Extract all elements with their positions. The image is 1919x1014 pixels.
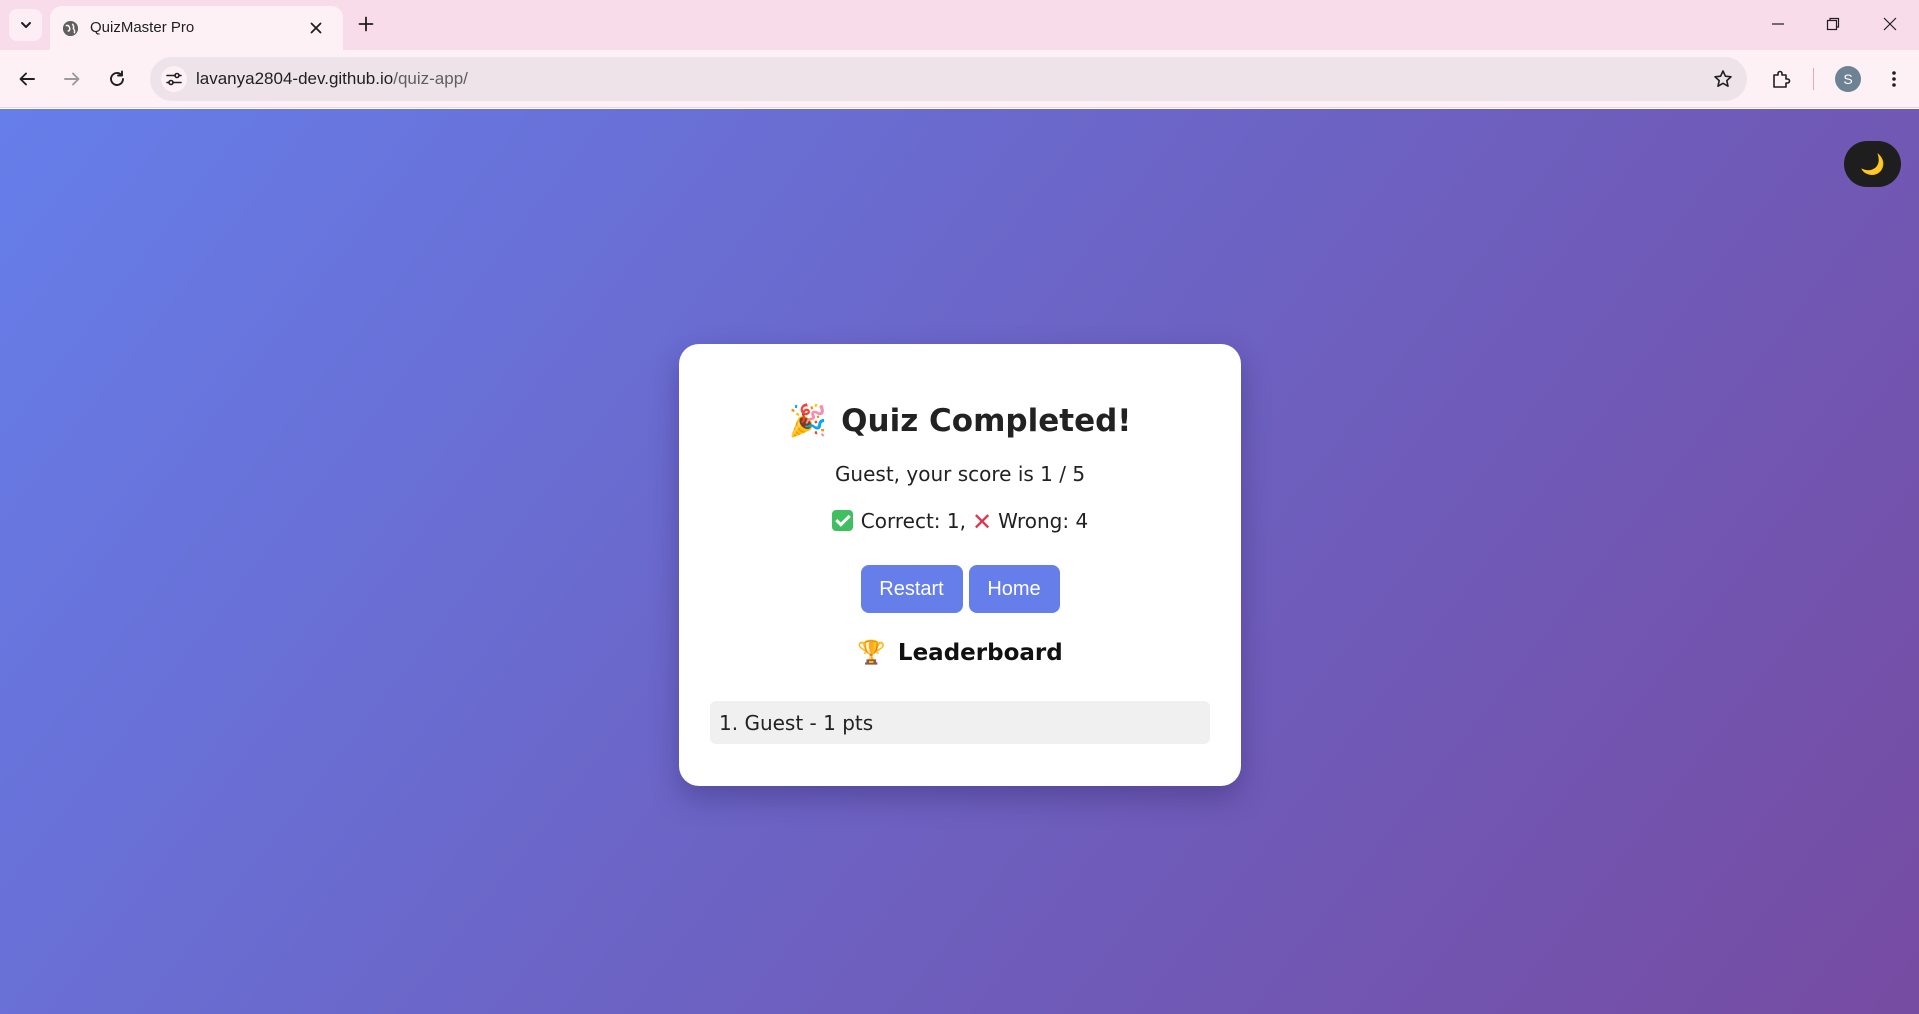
trophy-icon: 🏆 [857,640,886,666]
check-mark-icon [831,510,853,531]
url-domain: lavanya2804-dev.github.io [196,69,394,88]
wrong-count: Wrong: 4 [998,509,1089,533]
result-actions: Restart Home [679,565,1241,613]
restore-icon [1826,17,1840,31]
score-text: Guest, your score is 1 / 5 [834,462,1086,486]
tab-search-button[interactable] [9,9,42,41]
url-path: /quiz-app/ [393,69,468,88]
browser-menu-button[interactable] [1877,62,1911,96]
minimize-button[interactable] [1758,8,1798,40]
active-tab[interactable]: QuizMaster Pro [50,6,343,50]
extensions-button[interactable] [1764,62,1798,96]
url-text: lavanya2804-dev.github.io/quiz-app/ [196,69,468,89]
correct-count: Correct: 1, [860,509,966,533]
puzzle-icon [1773,70,1791,88]
result-title-text: Quiz Completed! [841,403,1132,439]
theme-toggle-button[interactable]: 🌙 [1844,141,1901,187]
toolbar-divider [1813,68,1814,90]
forward-button[interactable] [55,62,89,96]
restore-button[interactable] [1813,8,1853,40]
reload-button[interactable] [100,62,134,96]
page-viewport: 🌙 🎉 Quiz Completed! Guest, your score is … [0,109,1919,1014]
moon-icon: 🌙 [1860,153,1885,176]
tab-title: QuizMaster Pro [90,19,195,36]
restart-button[interactable]: Restart [860,565,963,613]
site-info-button[interactable] [161,66,187,92]
profile-avatar[interactable]: S [1835,66,1861,92]
tune-icon [166,72,182,86]
close-icon [1883,17,1897,31]
home-button[interactable]: Home [968,565,1060,613]
leaderboard-title-text: Leaderboard [897,640,1063,666]
browser-toolbar: lavanya2804-dev.github.io/quiz-app/ S [0,50,1919,108]
leaderboard-list: 1. Guest - 1 pts [710,701,1210,744]
answer-stats: Correct: 1, ✕ Wrong: 4 [679,508,1241,536]
leaderboard-entry: 1. Guest - 1 pts [710,701,1210,744]
result-card: 🎉 Quiz Completed! Guest, your score is 1 … [679,344,1241,786]
browser-tab-strip: QuizMaster Pro [0,0,1919,50]
close-icon [310,22,322,34]
leaderboard-title: 🏆 Leaderboard [679,639,1241,666]
plus-icon [358,16,374,32]
result-title: 🎉 Quiz Completed! [679,402,1241,439]
globe-icon [62,20,79,37]
address-bar[interactable]: lavanya2804-dev.github.io/quiz-app/ [150,57,1747,101]
minimize-icon [1772,23,1784,25]
more-vertical-icon [1892,71,1896,87]
tab-close-button[interactable] [305,17,327,39]
cross-mark-icon: ✕ [971,508,993,536]
party-popper-icon: 🎉 [788,403,828,439]
new-tab-button[interactable] [354,11,378,37]
star-icon [1714,70,1732,87]
arrow-right-icon [64,72,80,86]
back-button[interactable] [10,62,44,96]
chevron-down-icon [20,22,31,28]
bookmark-button[interactable] [1711,67,1735,91]
window-close-button[interactable] [1870,8,1910,40]
reload-icon [110,70,124,86]
arrow-left-icon [19,72,35,86]
